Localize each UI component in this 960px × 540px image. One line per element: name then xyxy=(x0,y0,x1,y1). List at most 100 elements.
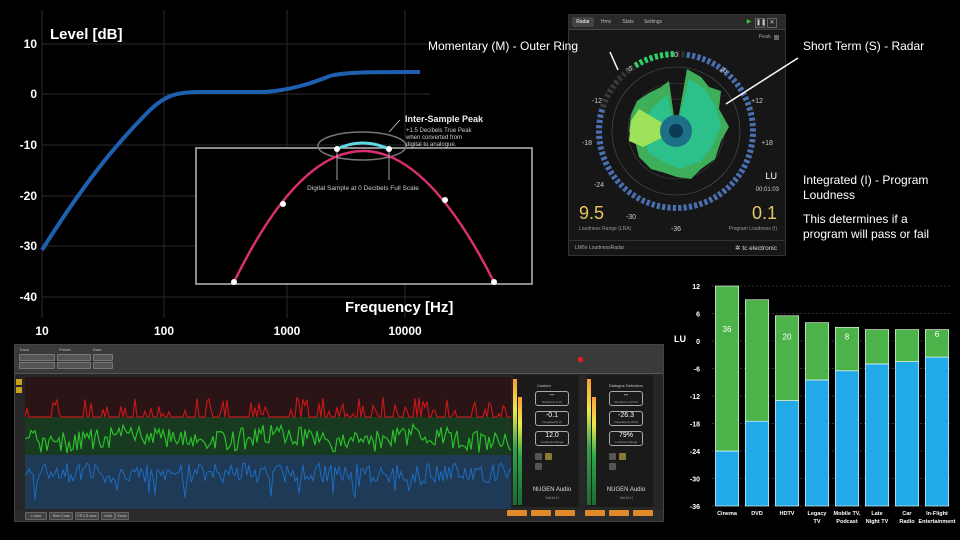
ring-segment xyxy=(622,185,629,193)
y-tick-minus30: -30 xyxy=(20,239,38,253)
x-category-labels: Cinema DVD HDTV Legacy TV Mobile TV, Podcast La… xyxy=(717,511,956,525)
sample-point xyxy=(231,279,237,285)
data-button-2[interactable] xyxy=(93,362,113,369)
play-button[interactable] xyxy=(545,453,552,460)
tab-radar[interactable]: Radar xyxy=(572,17,594,27)
ring-segment xyxy=(614,178,622,185)
stop-button[interactable] xyxy=(609,453,616,460)
category-label: Night TV xyxy=(866,519,889,525)
lra-label: Loudness Range (LRA) xyxy=(579,226,632,232)
ring-segment xyxy=(712,193,719,201)
y-tick-label: -6 xyxy=(694,367,700,374)
track-label: Track xyxy=(19,347,29,352)
x-tick-100: 100 xyxy=(154,324,174,338)
category-label: Entertainment xyxy=(919,519,956,525)
isp-desc: digital to analogue. xyxy=(406,142,457,148)
loudness-mode-button[interactable] xyxy=(609,510,629,516)
close-icon[interactable]: ✕ xyxy=(767,18,777,28)
dialogue-range-box: 79% Loudness Range xyxy=(609,431,643,446)
level-meter-bar xyxy=(513,379,517,505)
ring-segment xyxy=(607,169,615,176)
radar-tick: -24 xyxy=(594,182,604,189)
shortterm-box: -- Shortterm (LU) xyxy=(535,391,569,406)
ring-segment xyxy=(635,194,642,202)
category-label: HDTV xyxy=(780,511,795,517)
bar-segment xyxy=(775,400,800,507)
side-tool-icon[interactable] xyxy=(16,387,22,393)
ring-segment xyxy=(650,201,656,208)
tab-stats[interactable]: Stats xyxy=(618,17,638,27)
loudness-mode-button[interactable] xyxy=(633,510,653,516)
custom-meter-panel: Custom -- Shortterm (LU) -0.1 Integrated… xyxy=(513,375,579,507)
inset-frame xyxy=(195,147,533,285)
tab-hmx[interactable]: Hmx xyxy=(596,17,616,27)
ring-segment xyxy=(600,155,608,161)
zoom-button[interactable]: Zoom xyxy=(115,512,129,520)
radar-footer: LM6n LoudnessRadar ✲ tc electronic xyxy=(569,240,785,255)
integrated-value: -0.1 xyxy=(545,412,559,419)
record-icon[interactable] xyxy=(578,357,583,362)
bar-segment xyxy=(865,363,890,507)
bar-segment xyxy=(895,361,920,507)
bar-segment xyxy=(805,322,830,381)
preset-select-2[interactable] xyxy=(57,362,91,369)
ring-segment xyxy=(672,204,676,211)
elapsed-time: 00:01:03 xyxy=(755,187,779,193)
reset-button[interactable] xyxy=(609,463,616,470)
pause-icon[interactable]: ❚❚ xyxy=(755,18,766,28)
ring-segment xyxy=(667,204,671,211)
ring-segment xyxy=(610,174,618,181)
y-tick-label: 12 xyxy=(692,284,700,291)
shortterm-caption: Shortterm (LU) xyxy=(542,400,562,404)
meter-product: VisLM-H xyxy=(619,496,633,500)
integrated-value: -26.3 xyxy=(618,412,634,419)
momentary-pointer xyxy=(609,51,619,71)
bar-value-label: 20 xyxy=(783,333,792,342)
category-label: Cinema xyxy=(717,511,738,517)
ring-segment xyxy=(645,199,651,207)
ring-segment xyxy=(735,172,743,179)
level-meter-bar xyxy=(587,379,591,505)
radar-tab-bar: Radar Hmx Stats Settings ▶ ❚❚ ✕ xyxy=(569,15,785,30)
timecode-button[interactable]: Time Code xyxy=(49,512,73,520)
loudness-mode-button[interactable] xyxy=(555,510,575,516)
data-button[interactable] xyxy=(93,354,113,361)
frame-rate-button[interactable]: FR 2.5 secs xyxy=(75,512,99,520)
y-tick-label: -18 xyxy=(690,422,700,429)
ring-segment xyxy=(732,176,740,183)
category-label: Podcast xyxy=(836,519,858,525)
ring-segment xyxy=(656,202,661,210)
reset-button[interactable] xyxy=(535,463,542,470)
loudness-mode-button[interactable] xyxy=(585,510,605,516)
pass-fail-annotation-line2: program will pass or fail xyxy=(803,227,930,241)
shortterm-caption: Shortterm (LKFS) xyxy=(614,400,638,404)
y-tick-label: -36 xyxy=(690,504,700,511)
stop-button[interactable] xyxy=(535,453,542,460)
loudness-history-plot[interactable] xyxy=(25,377,511,509)
ring-segment xyxy=(707,196,714,204)
preset-select[interactable] xyxy=(57,354,91,361)
play-icon[interactable]: ▶ xyxy=(745,18,753,26)
side-tool-icon[interactable] xyxy=(16,379,22,385)
loudness-mode-button[interactable] xyxy=(531,510,551,516)
play-button[interactable] xyxy=(619,453,626,460)
x-tick-10: 10 xyxy=(35,324,49,338)
hold-button[interactable]: Hold xyxy=(101,512,115,520)
ring-segment xyxy=(725,184,732,191)
track-select-2[interactable] xyxy=(19,362,55,369)
sample-point xyxy=(386,146,392,152)
shortterm-value: -- xyxy=(623,392,629,399)
y-tick-label: -24 xyxy=(690,449,700,456)
shortterm-box: -- Shortterm (LKFS) xyxy=(609,391,643,406)
ring-segment xyxy=(602,160,610,167)
ring-segment xyxy=(693,202,699,209)
ring-segment xyxy=(703,198,709,206)
track-select[interactable] xyxy=(19,354,55,361)
tab-settings[interactable]: Settings xyxy=(640,17,666,27)
brand-text: tc electronic xyxy=(742,245,777,252)
pass-fail-annotation: This determines if a xyxy=(803,212,908,226)
category-label: Legacy xyxy=(808,511,828,517)
meter-title: Dialogue Detection xyxy=(609,383,643,388)
timescale-button[interactable]: 1 hour xyxy=(25,512,47,520)
loudness-mode-button[interactable] xyxy=(507,510,527,516)
